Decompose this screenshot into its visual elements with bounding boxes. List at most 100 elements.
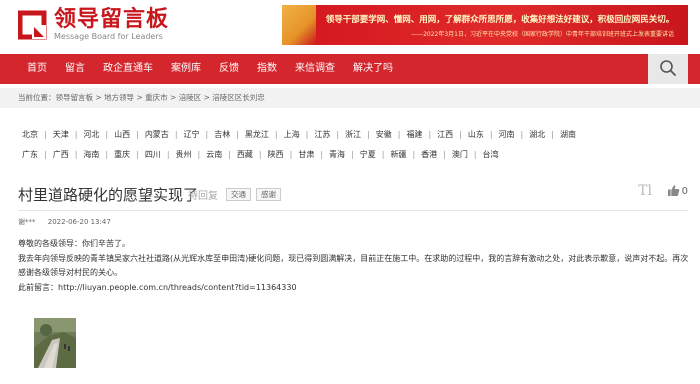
region-separator: | xyxy=(274,129,278,139)
region-link[interactable]: 广西 xyxy=(53,149,69,160)
region-separator: | xyxy=(258,149,262,159)
region-link[interactable]: 新疆 xyxy=(390,149,406,160)
site-header: 领导留言板 Message Board for Leaders 领导干部要学网、… xyxy=(0,0,700,52)
region-link[interactable]: 上海 xyxy=(284,129,300,140)
region-separator: | xyxy=(166,149,170,159)
region-separator: | xyxy=(205,129,209,139)
region-link[interactable]: 四川 xyxy=(145,149,161,160)
region-link[interactable]: 北京 xyxy=(22,129,38,140)
region-link[interactable]: 重庆 xyxy=(114,149,130,160)
nav-item-enterprise[interactable]: 政企直通车 xyxy=(94,54,162,84)
region-link[interactable]: 河南 xyxy=(499,129,515,140)
reply-status: 待回复 xyxy=(188,191,218,202)
nav-item-home[interactable]: 首页 xyxy=(18,54,56,84)
tag-thanks[interactable]: 感谢 xyxy=(256,188,281,201)
region-link[interactable]: 青海 xyxy=(329,149,345,160)
region-link[interactable]: 贵州 xyxy=(176,149,192,160)
breadcrumb-item[interactable]: 地方领导 xyxy=(104,93,134,102)
region-link[interactable]: 福建 xyxy=(406,129,422,140)
region-separator: | xyxy=(336,129,340,139)
region-link[interactable]: 宁夏 xyxy=(360,149,376,160)
region-separator: | xyxy=(44,129,47,139)
attached-photo[interactable] xyxy=(34,318,76,368)
author-name: 谢*** xyxy=(18,218,36,226)
region-separator: | xyxy=(367,129,370,139)
nav-item-feedback[interactable]: 反馈 xyxy=(210,54,248,84)
font-size-icon[interactable]: Tl xyxy=(638,183,652,199)
search-button[interactable] xyxy=(648,54,688,84)
region-link[interactable]: 台湾 xyxy=(483,149,499,160)
region-link[interactable]: 澳门 xyxy=(452,149,468,160)
region-link[interactable]: 云南 xyxy=(206,149,222,160)
region-link[interactable]: 香港 xyxy=(421,149,437,160)
search-icon xyxy=(659,59,677,79)
region-link[interactable]: 安徽 xyxy=(376,129,392,140)
previous-message-link[interactable]: 此前留言：http://liuyan.people.com.cn/threads… xyxy=(18,281,690,296)
region-separator: | xyxy=(228,149,231,159)
region-link[interactable]: 河北 xyxy=(83,129,99,140)
breadcrumb-separator: > xyxy=(93,93,105,102)
tag-traffic[interactable]: 交通 xyxy=(226,188,251,201)
breadcrumb-item[interactable]: 涪陵区区长刘忠 xyxy=(212,93,265,102)
region-separator: | xyxy=(74,129,78,139)
nav-item-cases[interactable]: 案例库 xyxy=(162,54,210,84)
region-link[interactable]: 山东 xyxy=(468,129,484,140)
region-link[interactable]: 山西 xyxy=(114,129,130,140)
region-link[interactable]: 陕西 xyxy=(268,149,284,160)
region-separator: | xyxy=(443,149,446,159)
nav-item-solved[interactable]: 解决了吗 xyxy=(344,54,402,84)
region-link[interactable]: 内蒙古 xyxy=(145,129,169,140)
breadcrumb-prefix: 当前位置： xyxy=(18,93,56,102)
region-separator: | xyxy=(489,129,493,139)
region-separator: | xyxy=(105,129,109,139)
region-link[interactable]: 湖北 xyxy=(529,129,545,140)
breadcrumb-item[interactable]: 涪陵区 xyxy=(179,93,202,102)
region-separator: | xyxy=(197,149,201,159)
post-date: 2022-06-20 13:47 xyxy=(47,218,111,226)
logo-subtitle: Message Board for Leaders xyxy=(54,32,163,41)
region-link[interactable]: 天津 xyxy=(53,129,69,140)
breadcrumb-separator: > xyxy=(134,93,146,102)
region-link[interactable]: 西藏 xyxy=(237,149,253,160)
nav-item-survey[interactable]: 来信调查 xyxy=(286,54,344,84)
nav-item-index[interactable]: 指数 xyxy=(248,54,286,84)
site-logo[interactable]: 领导留言板 Message Board for Leaders xyxy=(17,8,169,42)
like-button[interactable]: 0 xyxy=(667,184,688,199)
region-separator: | xyxy=(428,129,432,139)
region-link[interactable]: 江西 xyxy=(437,129,453,140)
quote-banner[interactable]: 领导干部要学网、懂网、用网，了解群众所思所愿，收集好想法好建议，积极回应网民关切… xyxy=(282,5,688,45)
region-link[interactable]: 辽宁 xyxy=(184,129,200,140)
thumbs-up-icon xyxy=(667,184,680,199)
message-title: 村里道路硬化的愿望实现了 xyxy=(18,186,199,204)
region-link[interactable]: 湖南 xyxy=(560,129,576,140)
message-body: 尊敬的各级领导：你们辛苦了。 我去年向领导反映的青羊镇吴家六社社道路(从光辉水库… xyxy=(18,237,690,295)
divider xyxy=(18,210,688,211)
breadcrumb: 当前位置：领导留言板 > 地方领导 > 重庆市 > 涪陵区 > 涪陵区区长刘忠 xyxy=(18,88,265,108)
region-list: 北京 | 天津 | 河北 | 山西 | 内蒙古 | 辽宁 | 吉林 | 黑龙江 | 上海 | 江苏 | 浙江 | 安徽 | 福建… xyxy=(22,124,682,164)
region-separator: | xyxy=(412,149,416,159)
region-row: 广东 | 广西 | 海南 | 重庆 | 四川 | 贵州 | 云南 | 西藏 | 陕西 | 甘肃 | 青海 | 宁夏 | 新疆 | 香… xyxy=(22,144,682,164)
region-separator: | xyxy=(136,149,139,159)
region-separator: | xyxy=(397,129,401,139)
banner-attribution: ——2022年3月1日，习近平在中央党校（国家行政学院）中青年干部培训班开班式上… xyxy=(411,31,674,38)
region-link[interactable]: 吉林 xyxy=(214,129,230,140)
region-separator: | xyxy=(236,129,239,139)
region-separator: | xyxy=(289,149,293,159)
breadcrumb-item[interactable]: 重庆市 xyxy=(145,93,168,102)
region-separator: | xyxy=(105,149,109,159)
breadcrumb-item[interactable]: 领导留言板 xyxy=(56,93,94,102)
region-link[interactable]: 海南 xyxy=(83,149,99,160)
region-separator: | xyxy=(174,129,178,139)
banner-quote: 领导干部要学网、懂网、用网，了解群众所思所愿，收集好想法好建议，积极回应网民关切… xyxy=(325,15,675,25)
region-link[interactable]: 浙江 xyxy=(345,129,361,140)
region-link[interactable]: 甘肃 xyxy=(298,149,314,160)
region-link[interactable]: 江苏 xyxy=(314,129,330,140)
region-link[interactable]: 广东 xyxy=(22,149,38,160)
banner-decoration xyxy=(282,5,316,45)
region-link[interactable]: 黑龙江 xyxy=(245,129,269,140)
region-separator: | xyxy=(459,129,462,139)
region-separator: | xyxy=(381,149,385,159)
region-row: 北京 | 天津 | 河北 | 山西 | 内蒙古 | 辽宁 | 吉林 | 黑龙江 | 上海 | 江苏 | 浙江 | 安徽 | 福建… xyxy=(22,124,682,144)
logo-mark-icon xyxy=(17,10,48,40)
nav-item-message[interactable]: 留言 xyxy=(56,54,94,84)
